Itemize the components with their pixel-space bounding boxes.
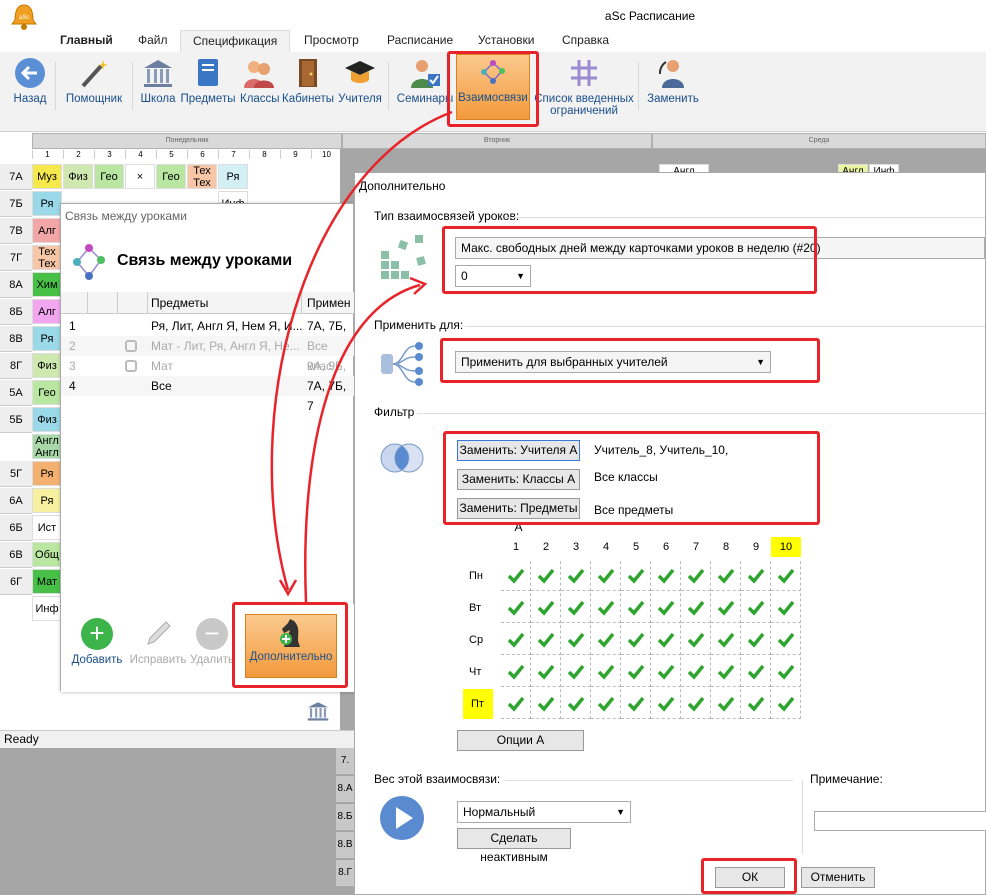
arrow-to-type-box (304, 283, 421, 603)
annotation-arrows (270, 110, 453, 603)
arrow-to-more-button (270, 110, 453, 591)
